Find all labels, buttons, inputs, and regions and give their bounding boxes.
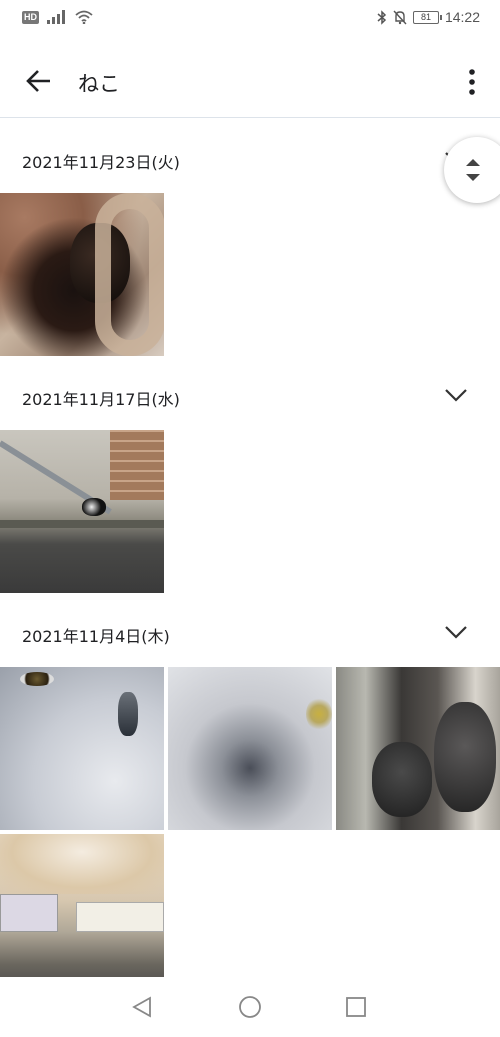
date-section: 2021年11月4日(木) [0,593,500,997]
photo-thumbnail[interactable] [0,667,164,830]
cat-nose [118,692,138,736]
section-header: 2021年11月4日(木) [0,593,500,667]
cat-eye [20,672,54,686]
cat-fur [0,834,164,894]
photo-thumbnail[interactable] [0,834,164,997]
wifi-icon [75,10,93,24]
section-header: 2021年11月17日(水) [0,356,500,430]
plush-border [95,193,164,356]
cat-figure [82,498,106,516]
battery-icon: 81 [412,10,442,24]
battery-level: 81 [420,11,431,22]
photo-thumbnail[interactable] [0,430,164,593]
status-bar: HD 81 14:22 [0,0,500,38]
chevron-down-icon[interactable] [444,623,468,641]
cat-figure-2 [434,702,496,812]
cat-eye [306,697,332,731]
section-header: 2021年11月23日(火) [0,119,500,193]
mute-icon [393,10,407,24]
photo-grid [0,667,500,997]
photo-thumbnail[interactable] [0,193,164,356]
signal-icon [47,10,65,24]
ground-strip [0,520,164,528]
bluetooth-icon [377,9,387,25]
display-card [0,894,58,932]
photo-grid [0,193,500,356]
status-right: 81 14:22 [377,9,480,25]
section-date: 2021年11月17日(水) [22,390,180,409]
photo-grid [0,430,500,593]
date-section: 2021年11月17日(水) [0,356,500,593]
page-title: ねこ [78,72,120,96]
system-nav-bar [0,977,500,1037]
photo-thumbnail[interactable] [168,667,332,830]
status-time: 14:22 [444,9,480,25]
section-date: 2021年11月23日(火) [22,153,180,172]
cat-figure [372,742,432,817]
home-circle-icon[interactable] [238,995,262,1019]
scroll-arrows-icon [466,159,480,181]
app-bar: ねこ [0,42,500,118]
more-vert-icon [469,69,475,95]
hd-badge: HD [22,10,39,24]
back-button[interactable] [24,66,54,96]
more-options-button[interactable] [466,68,478,96]
photo-timeline: 2021年11月23日(火) 2021年11月17日(水) 2021年11月4日… [0,119,500,997]
arrow-left-icon [26,70,50,92]
date-section: 2021年11月23日(火) [0,119,500,356]
info-sign [76,902,164,932]
section-date: 2021年11月4日(木) [22,627,170,646]
chevron-down-icon[interactable] [444,386,468,404]
brick-wall [110,430,164,500]
photo-thumbnail[interactable] [336,667,500,830]
status-left: HD [22,10,93,24]
back-triangle-icon[interactable] [130,995,154,1019]
recents-square-icon[interactable] [344,995,368,1019]
